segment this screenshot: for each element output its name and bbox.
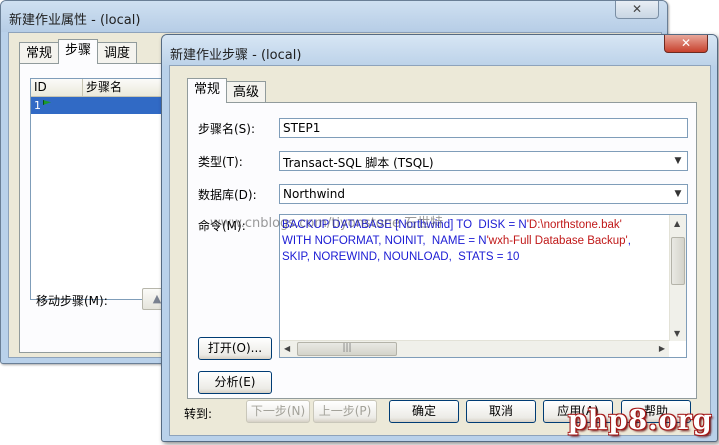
job-properties-close-button[interactable]: ✕ (615, 1, 659, 19)
steps-list-header: ID 步骤名 (31, 79, 179, 97)
type-select-value: Transact-SQL 脚本 (TSQL) (283, 156, 434, 170)
job-step-tabs: 常规 高级 (187, 78, 267, 103)
command-label: 命令(M): (198, 219, 246, 233)
database-select-value: Northwind (283, 187, 345, 201)
tab-schedules[interactable]: 调度 (97, 42, 138, 64)
column-header-id[interactable]: ID (31, 79, 83, 96)
new-job-step-titlebar[interactable]: 新建作业步骤 - (local) (162, 35, 717, 66)
site-logo: php8.org (568, 405, 713, 436)
type-select[interactable]: Transact-SQL 脚本 (TSQL) ▼ (279, 151, 688, 171)
new-job-step-body: 常规 高级 步骤名(S): STEP1 类型(T): Transact-SQL … (169, 65, 711, 436)
new-job-step-window: 新建作业步骤 - (local) ✕ 常规 高级 步骤名(S): STEP1 类… (161, 34, 718, 442)
parse-button[interactable]: 分析(E) (198, 371, 272, 394)
scroll-right-icon[interactable]: ▶ (659, 344, 665, 353)
tab-steps[interactable]: 步骤 (58, 39, 99, 64)
cancel-button[interactable]: 取消 (466, 400, 536, 423)
command-editor[interactable]: BACKUP DATABASE [Northwind] TO DISK = N'… (279, 214, 687, 358)
chevron-down-icon[interactable]: ▼ (670, 153, 686, 169)
job-properties-title: 新建作业属性 - (local) (9, 13, 141, 28)
command-horizontal-scrollbar[interactable]: ◀ ||| ▶ (280, 340, 669, 357)
prev-step-button[interactable]: 上一步(P) (313, 400, 377, 423)
scroll-up-icon[interactable]: ▲ (674, 219, 680, 228)
scroll-thumb[interactable]: ||| (297, 342, 397, 356)
database-label: 数据库(D): (198, 188, 257, 202)
step-name-label: 步骤名(S): (198, 122, 256, 136)
tab-advanced[interactable]: 高级 (226, 81, 267, 103)
chevron-down-icon[interactable]: ▼ (670, 186, 686, 202)
list-item[interactable]: 1 (31, 97, 179, 114)
command-vertical-scrollbar[interactable]: ▲ ▼ (669, 215, 686, 341)
steps-list[interactable]: ID 步骤名 1 (30, 78, 180, 300)
move-steps-label: 移动步骤(M): (36, 294, 108, 308)
type-label: 类型(T): (198, 155, 243, 169)
database-select[interactable]: Northwind ▼ (279, 184, 688, 204)
ok-button[interactable]: 确定 (389, 400, 459, 423)
step-name-input[interactable]: STEP1 (279, 118, 688, 138)
tab-general[interactable]: 常规 (19, 42, 60, 64)
job-properties-tabs: 常规 步骤 调度 (19, 39, 138, 64)
goto-label: 转到: (184, 407, 213, 421)
command-text[interactable]: BACKUP DATABASE [Northwind] TO DISK = N'… (282, 217, 666, 337)
job-properties-titlebar[interactable]: 新建作业属性 - (local) (1, 1, 667, 32)
arrow-up-icon: ▲ (152, 292, 162, 305)
scroll-down-icon[interactable]: ▼ (674, 329, 680, 338)
scroll-left-icon[interactable]: ◀ (284, 344, 290, 353)
general-panel: 步骤名(S): STEP1 类型(T): Transact-SQL 脚本 (TS… (187, 102, 697, 399)
scroll-thumb[interactable] (671, 237, 685, 285)
next-step-button[interactable]: 下一步(N) (246, 400, 310, 423)
tab-general[interactable]: 常规 (187, 78, 228, 103)
flag-icon (43, 100, 51, 105)
new-job-step-title: 新建作业步骤 - (local) (170, 48, 302, 63)
open-button[interactable]: 打开(O)... (198, 337, 272, 360)
step-id-cell: 1 (31, 99, 83, 112)
new-job-step-close-button[interactable]: ✕ (664, 35, 708, 53)
